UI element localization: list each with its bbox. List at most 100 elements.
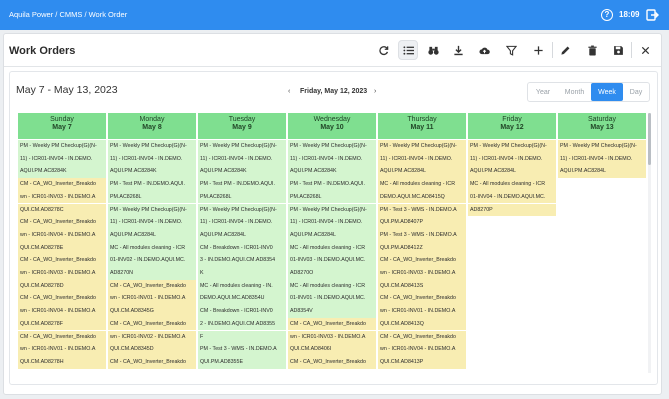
binoculars-button[interactable] — [423, 40, 443, 60]
event-line[interactable]: CM - CA_WO_Inverter_Breakdo — [18, 178, 107, 191]
calendar-scrollbar-thumb[interactable] — [648, 113, 651, 165]
event-line[interactable]: PM - Test PM - IN.DEMO.AQUI. — [198, 178, 287, 191]
event-line[interactable]: F — [198, 330, 287, 344]
event-line[interactable]: PM - Weekly PM Checkup(G)(N- — [198, 140, 287, 153]
event-line[interactable]: AQUI.PM.AC8284L — [108, 228, 197, 242]
event-line[interactable]: wn - ICR01-INV03 - IN.DEMO.A — [288, 330, 377, 344]
event-line[interactable]: CM - CA_WO_Inverter_Breakdo — [18, 292, 107, 306]
edit-button[interactable] — [555, 40, 575, 60]
event-line[interactable]: MC - All modules cleaning - ICR — [378, 178, 467, 191]
event-line[interactable]: AQUI.PM.AC8284K — [108, 165, 197, 179]
event-line[interactable]: PM - Test PM - IN.DEMO.AQUI. — [108, 178, 197, 191]
event-line[interactable]: wn - ICR01-INV01 - IN.DEMO.A — [378, 305, 467, 318]
event-line[interactable]: QUI.CM.AD8278H — [18, 355, 107, 369]
current-date-label[interactable]: Friday, May 12, 2023 — [300, 88, 367, 95]
event-line[interactable]: QUI.PM.AD8355E — [198, 355, 287, 369]
event-line[interactable]: MC - All modules cleaning - ICR — [288, 241, 377, 255]
event-line[interactable]: AD8354V — [288, 305, 377, 318]
logout-icon[interactable] — [645, 8, 659, 22]
event-line[interactable]: CM - CA_WO_Inverter_Breakdo — [378, 292, 467, 306]
event-line[interactable]: PM.AC8268L — [198, 190, 287, 204]
event-line[interactable]: K — [198, 267, 287, 280]
event-line[interactable]: CM - CA_WO_Inverter_Breakdo — [18, 330, 107, 344]
event-line[interactable]: CM - CA_WO_Inverter_Breakdo — [108, 355, 197, 369]
event-line[interactable]: MC - All modules cleaning - IN. — [198, 279, 287, 293]
event-line[interactable]: QUI.PM.AD8412Z — [378, 241, 467, 255]
event-line[interactable]: QUI.CM.AD8413S — [378, 279, 467, 293]
event-line[interactable]: AQUI.PM.AC8284K — [18, 165, 107, 179]
event-line[interactable]: AQUI.PM.AC8284K — [288, 165, 377, 179]
close-button[interactable] — [635, 40, 655, 60]
event-line[interactable]: QUI.CM.AD8278C — [18, 203, 107, 217]
event-line[interactable]: QUI.CM.AD8413P — [378, 355, 467, 369]
event-line[interactable]: PM - Weekly PM Checkup(G)(N- — [18, 140, 107, 153]
event-line[interactable]: DEMO.AQUI.MC.AD8415Q — [378, 190, 467, 204]
event-line[interactable]: PM - Weekly PM Checkup(G)(N- — [558, 140, 647, 153]
event-line[interactable]: CM - CA_WO_Inverter_Breakdo — [378, 254, 467, 267]
event-line[interactable]: QUI.CM.AD8278D — [18, 279, 107, 293]
event-line[interactable]: AQUI.PM.AC8284L — [198, 228, 287, 242]
add-button[interactable] — [528, 40, 548, 60]
event-line[interactable]: 11) - ICR01-INV04 - IN.DEMO. — [468, 152, 557, 166]
event-line[interactable]: CM - CA_WO_Inverter_Breakdo — [18, 216, 107, 229]
event-line[interactable]: AQUI.PM.AC8284L — [558, 165, 647, 179]
event-line[interactable]: PM - Weekly PM Checkup(G)(N- — [288, 203, 377, 217]
event-line[interactable]: wn - ICR01-INV01 - IN.DEMO.A — [18, 343, 107, 356]
event-line[interactable]: wn - ICR01-INV04 - IN.DEMO.A — [18, 305, 107, 318]
event-line[interactable]: 11) - ICR01-INV04 - IN.DEMO. — [378, 152, 467, 166]
event-line[interactable]: 11) - ICR01-INV04 - IN.DEMO. — [198, 216, 287, 229]
cloud-upload-button[interactable] — [474, 40, 494, 60]
event-line[interactable]: AQUI.PM.AC8284L — [378, 165, 467, 179]
event-line[interactable]: AD8270O — [288, 267, 377, 280]
event-line[interactable]: 11) - ICR01-INV04 - IN.DEMO. — [288, 152, 377, 166]
event-line[interactable]: QUI.CM.AD8278E — [18, 241, 107, 255]
event-line[interactable]: 11) - ICR01-INV04 - IN.DEMO. — [108, 152, 197, 166]
event-line[interactable]: 3 - IN.DEMO.AQUI.CM.AD8354 — [198, 254, 287, 267]
filter-button[interactable] — [501, 40, 521, 60]
event-line[interactable]: DEMO.AQUI.MC.AD8354U — [198, 292, 287, 306]
download-button[interactable] — [448, 40, 468, 60]
event-line[interactable]: 01-INV04 - IN.DEMO.AQUI.MC. — [468, 190, 557, 204]
event-line[interactable]: CM - CA_WO_Inverter_Breakdo — [108, 279, 197, 293]
event-line[interactable]: AQUI.PM.AC8284K — [198, 165, 287, 179]
event-line[interactable]: CM - CA_WO_Inverter_Breakdo — [378, 330, 467, 344]
event-line[interactable]: MC - All modules cleaning - ICR — [288, 279, 377, 293]
event-line[interactable]: PM - Weekly PM Checkup(G)(N- — [108, 140, 197, 153]
view-week-button[interactable]: Week — [591, 83, 623, 101]
event-line[interactable]: wn - ICR01-INV02 - IN.DEMO.A — [108, 330, 197, 344]
event-line[interactable]: PM.AC8268L — [288, 190, 377, 204]
event-line[interactable]: 11) - ICR01-INV04 - IN.DEMO. — [558, 152, 647, 166]
delete-button[interactable] — [582, 40, 602, 60]
event-line[interactable]: MC - All modules cleaning - ICR — [108, 241, 197, 255]
event-line[interactable]: 11) - ICR01-INV04 - IN.DEMO. — [198, 152, 287, 166]
event-line[interactable]: wn - ICR01-INV04 - IN.DEMO.A — [18, 228, 107, 242]
event-line[interactable]: PM - Weekly PM Checkup(G)(N- — [468, 140, 557, 153]
event-line[interactable]: PM - Weekly PM Checkup(G)(N- — [108, 203, 197, 217]
event-line[interactable]: QUI.CM.AD8345G — [108, 305, 197, 318]
event-line[interactable]: PM - Weekly PM Checkup(G)(N- — [288, 140, 377, 153]
event-line[interactable]: CM - CA_WO_Inverter_Breakdo — [288, 355, 377, 369]
event-line[interactable]: MC - All modules cleaning - ICR — [468, 178, 557, 191]
breadcrumb[interactable]: Aquila Power / CMMS / Work Order — [9, 10, 127, 19]
save-button[interactable] — [608, 40, 628, 60]
event-line[interactable]: CM - CA_WO_Inverter_Breakdo — [108, 317, 197, 331]
event-line[interactable]: wn - ICR01-INV03 - IN.DEMO.A — [18, 190, 107, 204]
event-line[interactable]: 11) - ICR01-INV04 - IN.DEMO. — [18, 152, 107, 166]
prev-week-button[interactable]: ‹ — [288, 88, 290, 95]
refresh-button[interactable] — [373, 40, 393, 60]
event-line[interactable]: wn - ICR01-INV04 - IN.DEMO.A — [378, 343, 467, 356]
event-line[interactable]: AD8270P — [468, 203, 557, 217]
event-line[interactable]: CM - Breakdown - ICR01-INV0 — [198, 305, 287, 318]
event-line[interactable]: PM - Test 3 - WMS - IN.DEMO.A — [378, 228, 467, 242]
event-line[interactable]: CM - Breakdown - ICR01-INV0 — [198, 241, 287, 255]
event-line[interactable]: 11) - ICR01-INV04 - IN.DEMO. — [288, 216, 377, 229]
view-month-button[interactable]: Month — [558, 83, 591, 101]
event-line[interactable]: PM.AC8268L — [108, 190, 197, 204]
event-line[interactable]: 01-INV02 - IN.DEMO.AQUI.MC. — [108, 254, 197, 267]
event-line[interactable]: 01-INV03 - IN.DEMO.AQUI.MC. — [288, 254, 377, 267]
event-line[interactable]: QUI.CM.AD8413Q — [378, 317, 467, 331]
event-line[interactable]: CM - CA_WO_Inverter_Breakdo — [18, 254, 107, 267]
event-line[interactable]: PM - Weekly PM Checkup(G)(N- — [198, 203, 287, 217]
view-day-button[interactable]: Day — [623, 83, 649, 101]
event-line[interactable]: QUI.PM.AD8407P — [378, 216, 467, 229]
